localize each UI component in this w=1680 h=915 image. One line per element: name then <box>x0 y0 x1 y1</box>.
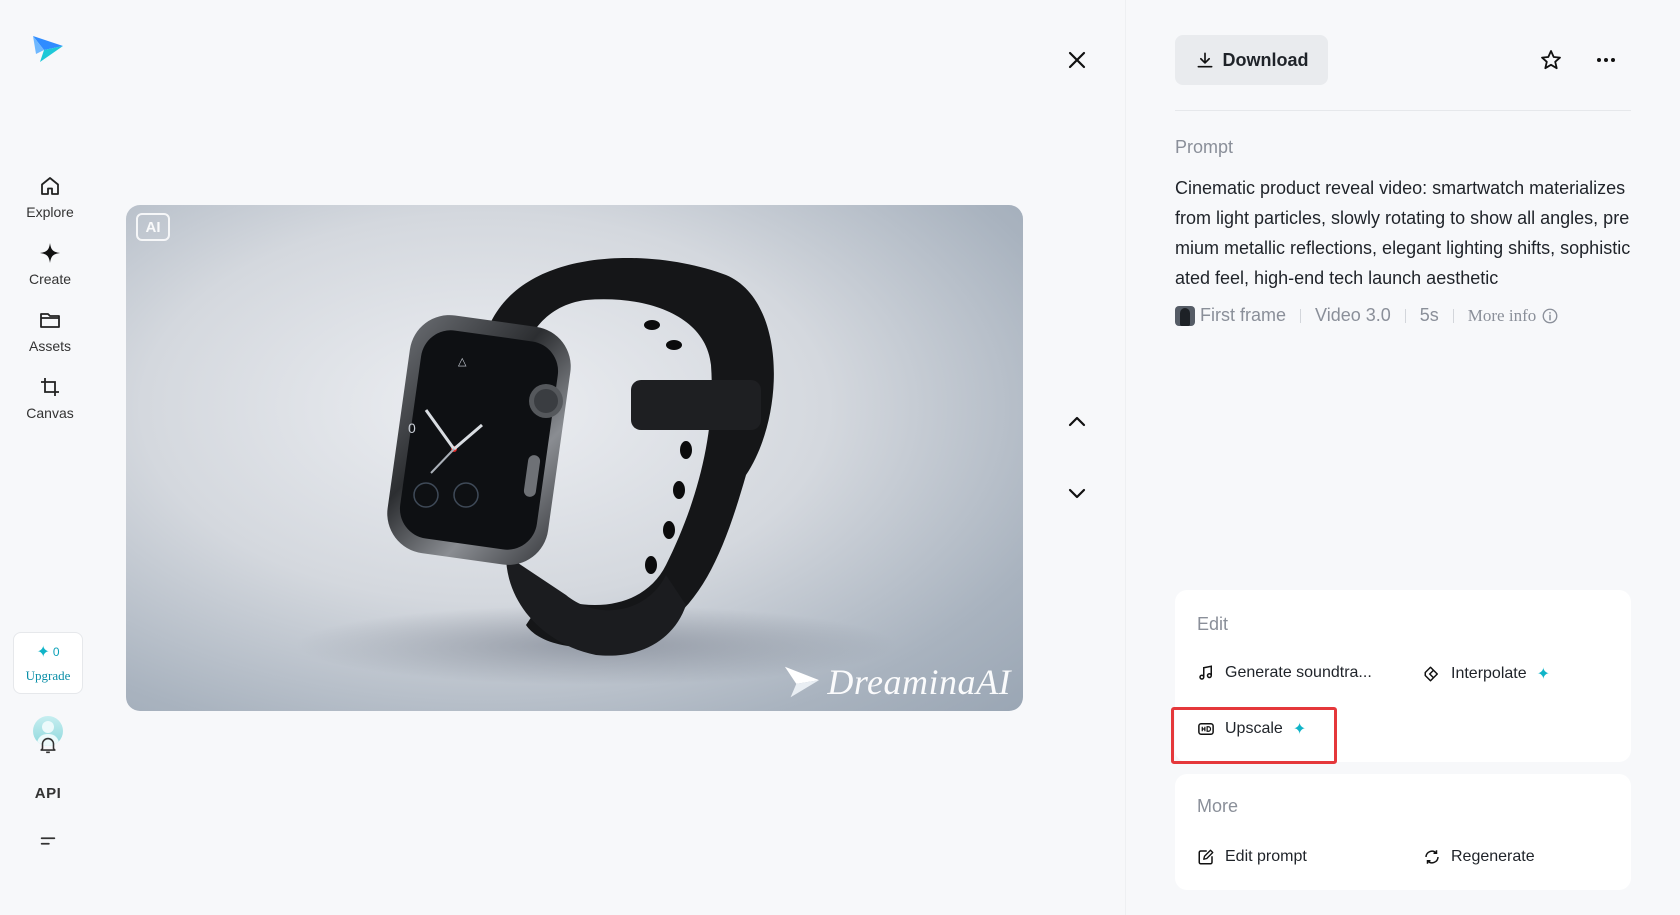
duration-label: 5s <box>1419 305 1439 325</box>
edit-icon <box>1198 849 1214 865</box>
download-label: Download <box>1222 49 1309 70</box>
interpolate-label: Interpolate <box>1451 665 1527 682</box>
generate-soundtrack-button[interactable]: Generate soundtra... <box>1197 664 1372 682</box>
divider <box>1175 110 1631 111</box>
panel-divider <box>1125 0 1126 915</box>
svg-text:0: 0 <box>408 420 416 436</box>
menu-button[interactable] <box>33 826 63 856</box>
crop-icon <box>41 378 59 396</box>
watermark-text: DreaminaAI <box>827 662 1011 702</box>
sparkle-icon <box>40 243 60 263</box>
credits-count: ✦ 0 <box>36 644 60 661</box>
generation-meta: First frame Video 3.0 5s More info <box>1175 305 1559 326</box>
more-horizontal-icon <box>1597 58 1615 62</box>
sidebar-item-label: Assets <box>28 338 71 354</box>
svg-text:△: △ <box>458 356 467 368</box>
close-button[interactable] <box>1059 42 1095 78</box>
download-button[interactable]: Download <box>1175 35 1328 85</box>
music-note-icon <box>1199 665 1212 680</box>
folder-icon <box>40 313 60 328</box>
sidebar-item-label: Create <box>28 271 72 287</box>
regenerate-button[interactable]: Regenerate <box>1423 848 1535 866</box>
favorite-button[interactable] <box>1533 42 1569 78</box>
generate-soundtrack-label: Generate soundtra... <box>1225 664 1372 681</box>
star-icon <box>1541 50 1561 70</box>
download-icon <box>1197 52 1212 68</box>
first-frame-label[interactable]: First frame <box>1200 305 1286 326</box>
interpolate-button[interactable]: Interpolate ✦ <box>1423 664 1550 684</box>
chevron-down-icon <box>1068 488 1086 499</box>
upgrade-label: Upgrade <box>25 668 71 683</box>
smartwatch-image: 0 △ <box>296 257 896 685</box>
more-title: More <box>1197 796 1239 816</box>
upgrade-button[interactable]: ✦ 0 Upgrade <box>13 632 83 694</box>
model-label: Video 3.0 <box>1315 305 1391 325</box>
bell-icon <box>40 737 56 754</box>
prompt-heading: Prompt <box>1175 137 1234 157</box>
sidebar-item-canvas[interactable]: Canvas <box>10 369 90 427</box>
sidebar-item-explore[interactable]: Explore <box>10 168 90 226</box>
watermark: DreaminaAI <box>783 661 1011 703</box>
refresh-icon <box>1425 850 1439 864</box>
sparkle-icon: ✦ <box>1536 666 1551 683</box>
more-info-link[interactable]: More info <box>1468 306 1559 326</box>
home-icon <box>41 177 59 195</box>
chevron-up-icon <box>1068 416 1086 427</box>
prompt-text: Cinematic product reveal video: smartwat… <box>1175 178 1631 288</box>
next-button[interactable] <box>1059 475 1095 511</box>
interpolate-icon <box>1424 666 1438 682</box>
regenerate-label: Regenerate <box>1451 848 1535 865</box>
sidebar-item-assets[interactable]: Assets <box>10 302 90 360</box>
more-card: More Edit prompt Regenerate <box>1175 774 1631 890</box>
info-icon <box>1542 308 1558 323</box>
edit-title: Edit <box>1197 614 1229 634</box>
video-preview[interactable]: 0 △ AI DreaminaAI <box>126 205 1023 711</box>
sidebar: Explore Create Assets Canvas ✦ 0 Upgrade … <box>0 0 100 915</box>
sparkle-icon: ✦ <box>36 644 50 661</box>
notification-button[interactable] <box>33 730 63 760</box>
sidebar-item-label: Canvas <box>26 405 74 421</box>
ai-badge: AI <box>136 213 170 241</box>
menu-icon <box>40 837 56 845</box>
first-frame-thumbnail <box>1175 305 1195 326</box>
close-icon <box>1068 51 1086 69</box>
previous-button[interactable] <box>1059 404 1095 440</box>
dreamina-logo-icon <box>785 666 820 698</box>
edit-prompt-button[interactable]: Edit prompt <box>1197 848 1307 866</box>
dreamina-logo[interactable] <box>30 32 66 68</box>
sidebar-item-create[interactable]: Create <box>10 235 90 293</box>
more-options-button[interactable] <box>1588 42 1624 78</box>
api-label: API <box>34 784 62 802</box>
edit-prompt-label: Edit prompt <box>1225 848 1307 865</box>
api-button[interactable]: API <box>33 778 63 808</box>
sidebar-item-label: Explore <box>26 204 74 220</box>
upscale-highlight <box>1171 707 1337 764</box>
